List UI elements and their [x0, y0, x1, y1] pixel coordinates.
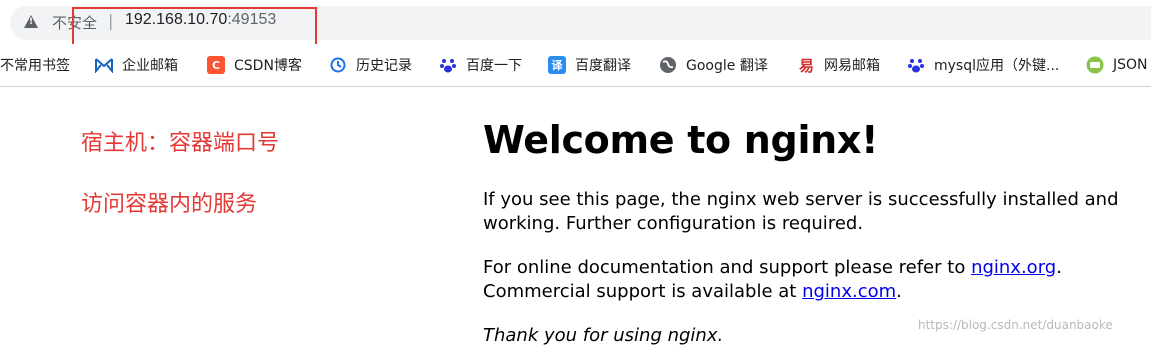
bookmark-label: 百度翻译 — [575, 58, 631, 74]
history-icon — [329, 56, 347, 74]
bookmark-label: 历史记录 — [356, 58, 412, 74]
bookmark-label: 百度一下 — [466, 58, 522, 74]
bookmark-label: mysql应用（外键... — [934, 58, 1060, 74]
support-text-1: For online documentation and support ple… — [483, 257, 972, 278]
intro-paragraph: If you see this page, the nginx web serv… — [483, 189, 1119, 234]
baidu-paw-icon — [907, 56, 925, 74]
nginx-com-link[interactable]: nginx.com — [802, 281, 896, 302]
support-text-2: Commercial support is available at — [483, 281, 803, 302]
bookmark-folder-uncommon[interactable]: 不常用书签 — [0, 53, 70, 77]
bookmark-label: 不常用书签 — [0, 58, 70, 74]
bookmark-baidu[interactable]: 百度一下 — [439, 53, 522, 77]
bookmark-csdn[interactable]: C CSDN博客 — [207, 53, 302, 77]
netease-mail-icon: 易 — [797, 56, 815, 74]
bookmark-enterprise-mail[interactable]: 企业邮箱 — [95, 53, 178, 77]
svg-text:易: 易 — [799, 57, 814, 74]
baidu-paw-icon — [439, 56, 457, 74]
bookmark-label: JSON — [1113, 57, 1148, 73]
bookmark-history[interactable]: 历史记录 — [329, 53, 412, 77]
annotation-access-service: 访问容器内的服务 — [81, 192, 258, 217]
bookmark-json[interactable]: JSON — [1086, 53, 1148, 77]
bookmark-label: 企业邮箱 — [122, 58, 178, 74]
bookmark-netease-mail[interactable]: 易 网易邮箱 — [797, 53, 880, 77]
warning-icon[interactable] — [24, 15, 38, 28]
bookmark-label: 网易邮箱 — [824, 58, 880, 74]
page-title: Welcome to nginx! — [483, 118, 879, 162]
support-paragraph: For online documentation and support ple… — [483, 256, 1123, 304]
json-icon — [1086, 56, 1104, 74]
bookmark-google-translate[interactable]: Google 翻译 — [659, 53, 768, 77]
support-period-2: . — [896, 281, 902, 302]
nginx-org-link[interactable]: nginx.org — [971, 257, 1056, 278]
watermark: https://blog.csdn.net/duanbaoke — [918, 318, 1113, 332]
bookmark-baidu-translate[interactable]: 译 百度翻译 — [548, 53, 631, 77]
baidu-translate-icon: 译 — [548, 56, 566, 74]
globe-icon — [659, 56, 677, 74]
enterprise-mail-icon — [95, 56, 113, 74]
nginx-welcome-page: Welcome to nginx! If you see this page, … — [483, 112, 1123, 348]
bookmark-label: CSDN博客 — [234, 58, 302, 74]
bookmark-label: Google 翻译 — [686, 58, 768, 74]
csdn-icon: C — [207, 56, 225, 74]
support-period-1: . — [1056, 257, 1062, 278]
bookmark-mysql[interactable]: mysql应用（外键... — [907, 53, 1059, 77]
annotation-host-port: 宿主机：容器端口号 — [81, 131, 280, 156]
